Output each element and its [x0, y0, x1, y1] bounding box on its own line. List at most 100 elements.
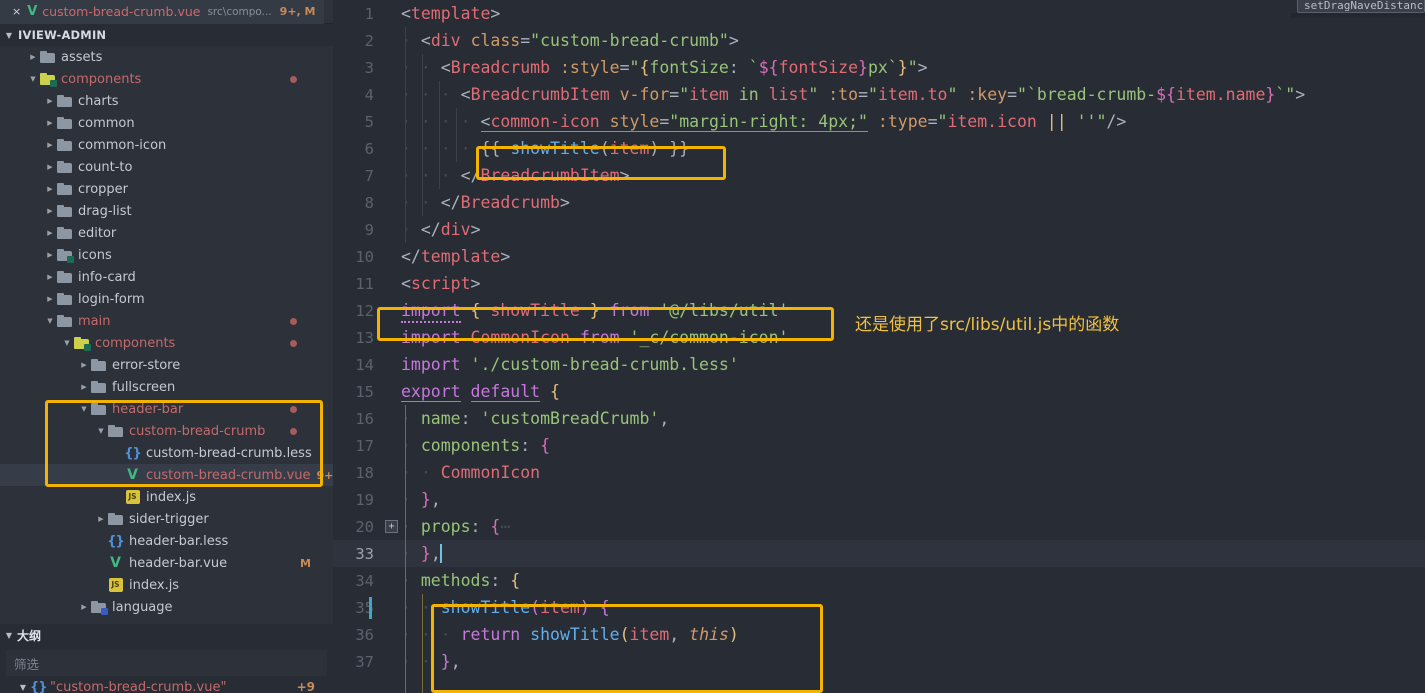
chevron-right-icon[interactable]: ▶	[44, 295, 56, 303]
tree-item-assets[interactable]: ▶ assets	[0, 46, 333, 68]
tree-item-error-store[interactable]: ▶ error-store	[0, 354, 333, 376]
line-number: 33	[355, 544, 374, 563]
code-text: · <div class="custom-bread-crumb">	[401, 31, 739, 50]
code-line-20[interactable]: 20+· props: {⋯	[333, 513, 1425, 540]
chevron-down-icon[interactable]: ▼	[95, 427, 107, 435]
chevron-right-icon[interactable]: ▶	[95, 515, 107, 523]
code-line-15[interactable]: 15 export default {	[333, 378, 1425, 405]
tree-item-icon	[56, 116, 73, 129]
tree-item-label: error-store	[112, 357, 181, 373]
tree-item-label: language	[112, 599, 173, 615]
tree-item-index-js[interactable]: JS index.js	[0, 574, 333, 596]
tree-item-fullscreen[interactable]: ▶ fullscreen	[0, 376, 333, 398]
code-line-10[interactable]: 10 </template>	[333, 243, 1425, 270]
code-line-16[interactable]: 16 · name: 'customBreadCrumb',	[333, 405, 1425, 432]
chevron-down-icon[interactable]: ▼	[44, 317, 56, 325]
code-line-33[interactable]: 33 · },	[333, 540, 1425, 567]
tree-item-login-form[interactable]: ▶ login-form	[0, 288, 333, 310]
tree-item-cropper[interactable]: ▶ cropper	[0, 178, 333, 200]
explorer-section-header[interactable]: ▼ IVIEW-ADMIN	[0, 24, 333, 46]
folder-icon	[108, 424, 123, 437]
chevron-right-icon[interactable]: ▶	[44, 273, 56, 281]
tree-item-custom-bread-crumb-vue[interactable]: Vcustom-bread-crumb.vue 9+, M	[0, 464, 333, 486]
code-editor[interactable]: setDragNaveDistance 1 <template> 2 · <div c…	[333, 0, 1425, 693]
code-line-18[interactable]: 18 · · CommonIcon	[333, 459, 1425, 486]
chevron-right-icon[interactable]: ▶	[44, 97, 56, 105]
code-line-37[interactable]: 37· · },	[333, 648, 1425, 675]
line-number: 10	[355, 247, 374, 266]
tree-item-components[interactable]: ▼ components	[0, 332, 333, 354]
chevron-down-icon[interactable]: ▼	[27, 75, 39, 83]
line-number: 12	[355, 301, 374, 320]
outline-root-item[interactable]: ▼ {} "custom-bread-crumb.vue" +9	[0, 676, 333, 693]
code-line-14[interactable]: 14 import './custom-bread-crumb.less'	[333, 351, 1425, 378]
code-line-4[interactable]: 4 · · · <BreadcrumbItem v-for="item in li…	[333, 81, 1425, 108]
code-line-19[interactable]: 19 · },	[333, 486, 1425, 513]
code-line-11[interactable]: 11 <script>	[333, 270, 1425, 297]
outline-section-header[interactable]: ▼ 大纲	[0, 624, 333, 647]
close-icon[interactable]: ×	[12, 6, 21, 17]
less-file-icon: {}	[107, 533, 124, 549]
code-text: · props: {⋯	[401, 517, 511, 536]
tree-item-header-bar-less[interactable]: {} header-bar.less	[0, 530, 333, 552]
tree-item-header-bar[interactable]: ▼ header-bar	[0, 398, 333, 420]
tree-item-index-js[interactable]: JS index.js	[0, 486, 333, 508]
tree-item-sider-trigger[interactable]: ▶ sider-trigger	[0, 508, 333, 530]
chevron-right-icon[interactable]: ▶	[44, 251, 56, 259]
chevron-right-icon[interactable]: ▶	[44, 141, 56, 149]
tree-item-custom-bread-crumb-less[interactable]: {} custom-bread-crumb.less	[0, 442, 333, 464]
chevron-right-icon[interactable]: ▶	[78, 361, 90, 369]
chevron-right-icon[interactable]: ▶	[78, 603, 90, 611]
unsaved-dot-icon	[290, 317, 297, 325]
code-text: export default {	[401, 382, 560, 402]
code-line-3[interactable]: 3 · · <Breadcrumb :style="{fontSize: `${f…	[333, 54, 1425, 81]
chevron-down-icon[interactable]: ▼	[78, 405, 90, 413]
code-line-6[interactable]: 6 · · · · {{ showTitle(item) }}	[333, 135, 1425, 162]
chevron-right-icon[interactable]: ▶	[44, 119, 56, 127]
chevron-right-icon[interactable]: ▶	[44, 229, 56, 237]
tree-item-icon	[56, 248, 74, 263]
line-number: 19	[355, 490, 374, 509]
chevron-down-icon[interactable]: ▼	[61, 339, 73, 347]
tree-item-common[interactable]: ▶ common	[0, 112, 333, 134]
tooltip-label: setDragNaveDistance	[1304, 0, 1425, 12]
tree-item-common-icon[interactable]: ▶ common-icon	[0, 134, 333, 156]
tree-item-count-to[interactable]: ▶ count-to	[0, 156, 333, 178]
tree-item-icon: JS	[124, 490, 141, 504]
code-line-2[interactable]: 2 · <div class="custom-bread-crumb">	[333, 27, 1425, 54]
tree-item-charts[interactable]: ▶ charts	[0, 90, 333, 112]
js-file-icon: JS	[125, 490, 140, 504]
line-number: 5	[364, 112, 374, 131]
code-line-8[interactable]: 8 · · </Breadcrumb>	[333, 189, 1425, 216]
tree-item-components[interactable]: ▼ components	[0, 68, 333, 90]
chevron-right-icon[interactable]: ▶	[44, 185, 56, 193]
code-lines[interactable]: 1 <template> 2 · <div class="custom-bread-c…	[333, 0, 1425, 693]
code-line-34[interactable]: 34 · methods: {	[333, 567, 1425, 594]
code-line-35[interactable]: 35 · · showTitle(item) {	[333, 594, 1425, 621]
tree-item-drag-list[interactable]: ▶ drag-list	[0, 200, 333, 222]
code-line-17[interactable]: 17 · components: {	[333, 432, 1425, 459]
code-line-1[interactable]: 1 <template>	[333, 0, 1425, 27]
outline-filter-input[interactable]: 筛选	[6, 650, 327, 676]
chevron-right-icon[interactable]: ▶	[44, 207, 56, 215]
tree-item-label: info-card	[78, 269, 136, 285]
chevron-right-icon[interactable]: ▶	[78, 383, 90, 391]
tree-item-editor[interactable]: ▶ editor	[0, 222, 333, 244]
tree-item-main[interactable]: ▼ main	[0, 310, 333, 332]
editor-tab-custom-bread-crumb-vue[interactable]: × V custom-bread-crumb.vue src\compo... …	[0, 0, 324, 24]
tree-item-language[interactable]: ▶ language	[0, 596, 333, 618]
chevron-down-icon: ▼	[5, 631, 13, 640]
code-line-9[interactable]: 9 · </div>	[333, 216, 1425, 243]
code-line-7[interactable]: 7 · · · </BreadcrumbItem>	[333, 162, 1425, 189]
tree-item-info-card[interactable]: ▶ info-card	[0, 266, 333, 288]
chevron-right-icon[interactable]: ▶	[27, 53, 39, 61]
folder-icon	[57, 116, 72, 129]
tree-item-icon	[90, 600, 108, 615]
tree-item-icons[interactable]: ▶ icons	[0, 244, 333, 266]
code-line-36[interactable]: 36 · · · return showTitle(item, this)	[333, 621, 1425, 648]
tree-item-custom-bread-crumb[interactable]: ▼ custom-bread-crumb	[0, 420, 333, 442]
tree-item-header-bar-vue[interactable]: Vheader-bar.vue M	[0, 552, 333, 574]
vue-file-icon: V	[127, 467, 138, 483]
code-line-5[interactable]: 5 · · · · <common-icon style="margin-righ…	[333, 108, 1425, 135]
chevron-right-icon[interactable]: ▶	[44, 163, 56, 171]
